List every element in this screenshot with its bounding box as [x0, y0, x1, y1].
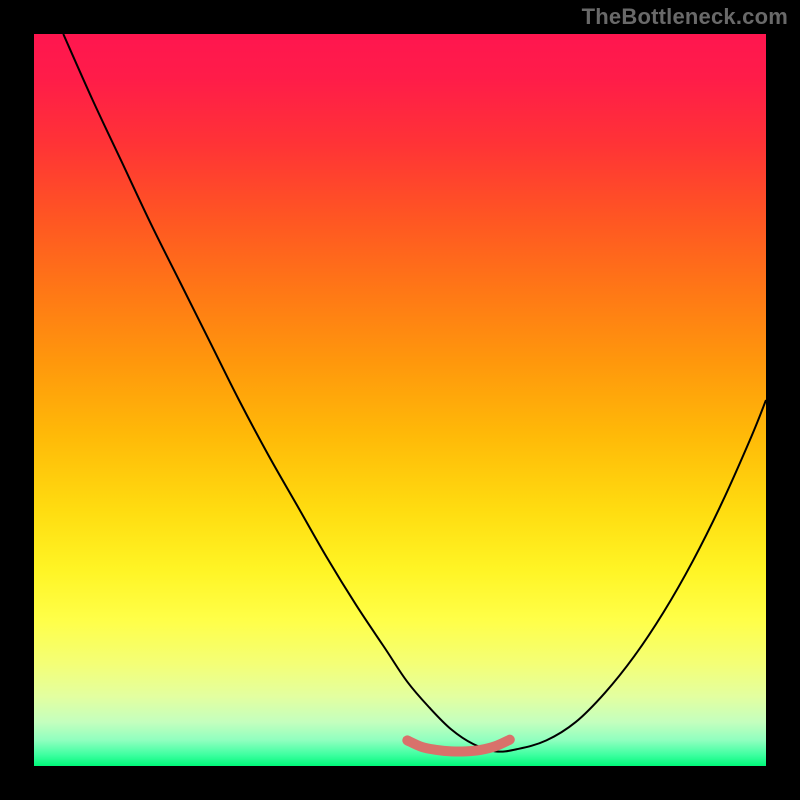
plot-area — [34, 34, 766, 766]
watermark-text: TheBottleneck.com — [582, 4, 788, 30]
chart-frame: TheBottleneck.com — [0, 0, 800, 800]
bottleneck-curve — [63, 34, 766, 752]
bottom-marker-band — [407, 740, 509, 752]
bottleneck-curve-layer — [34, 34, 766, 766]
